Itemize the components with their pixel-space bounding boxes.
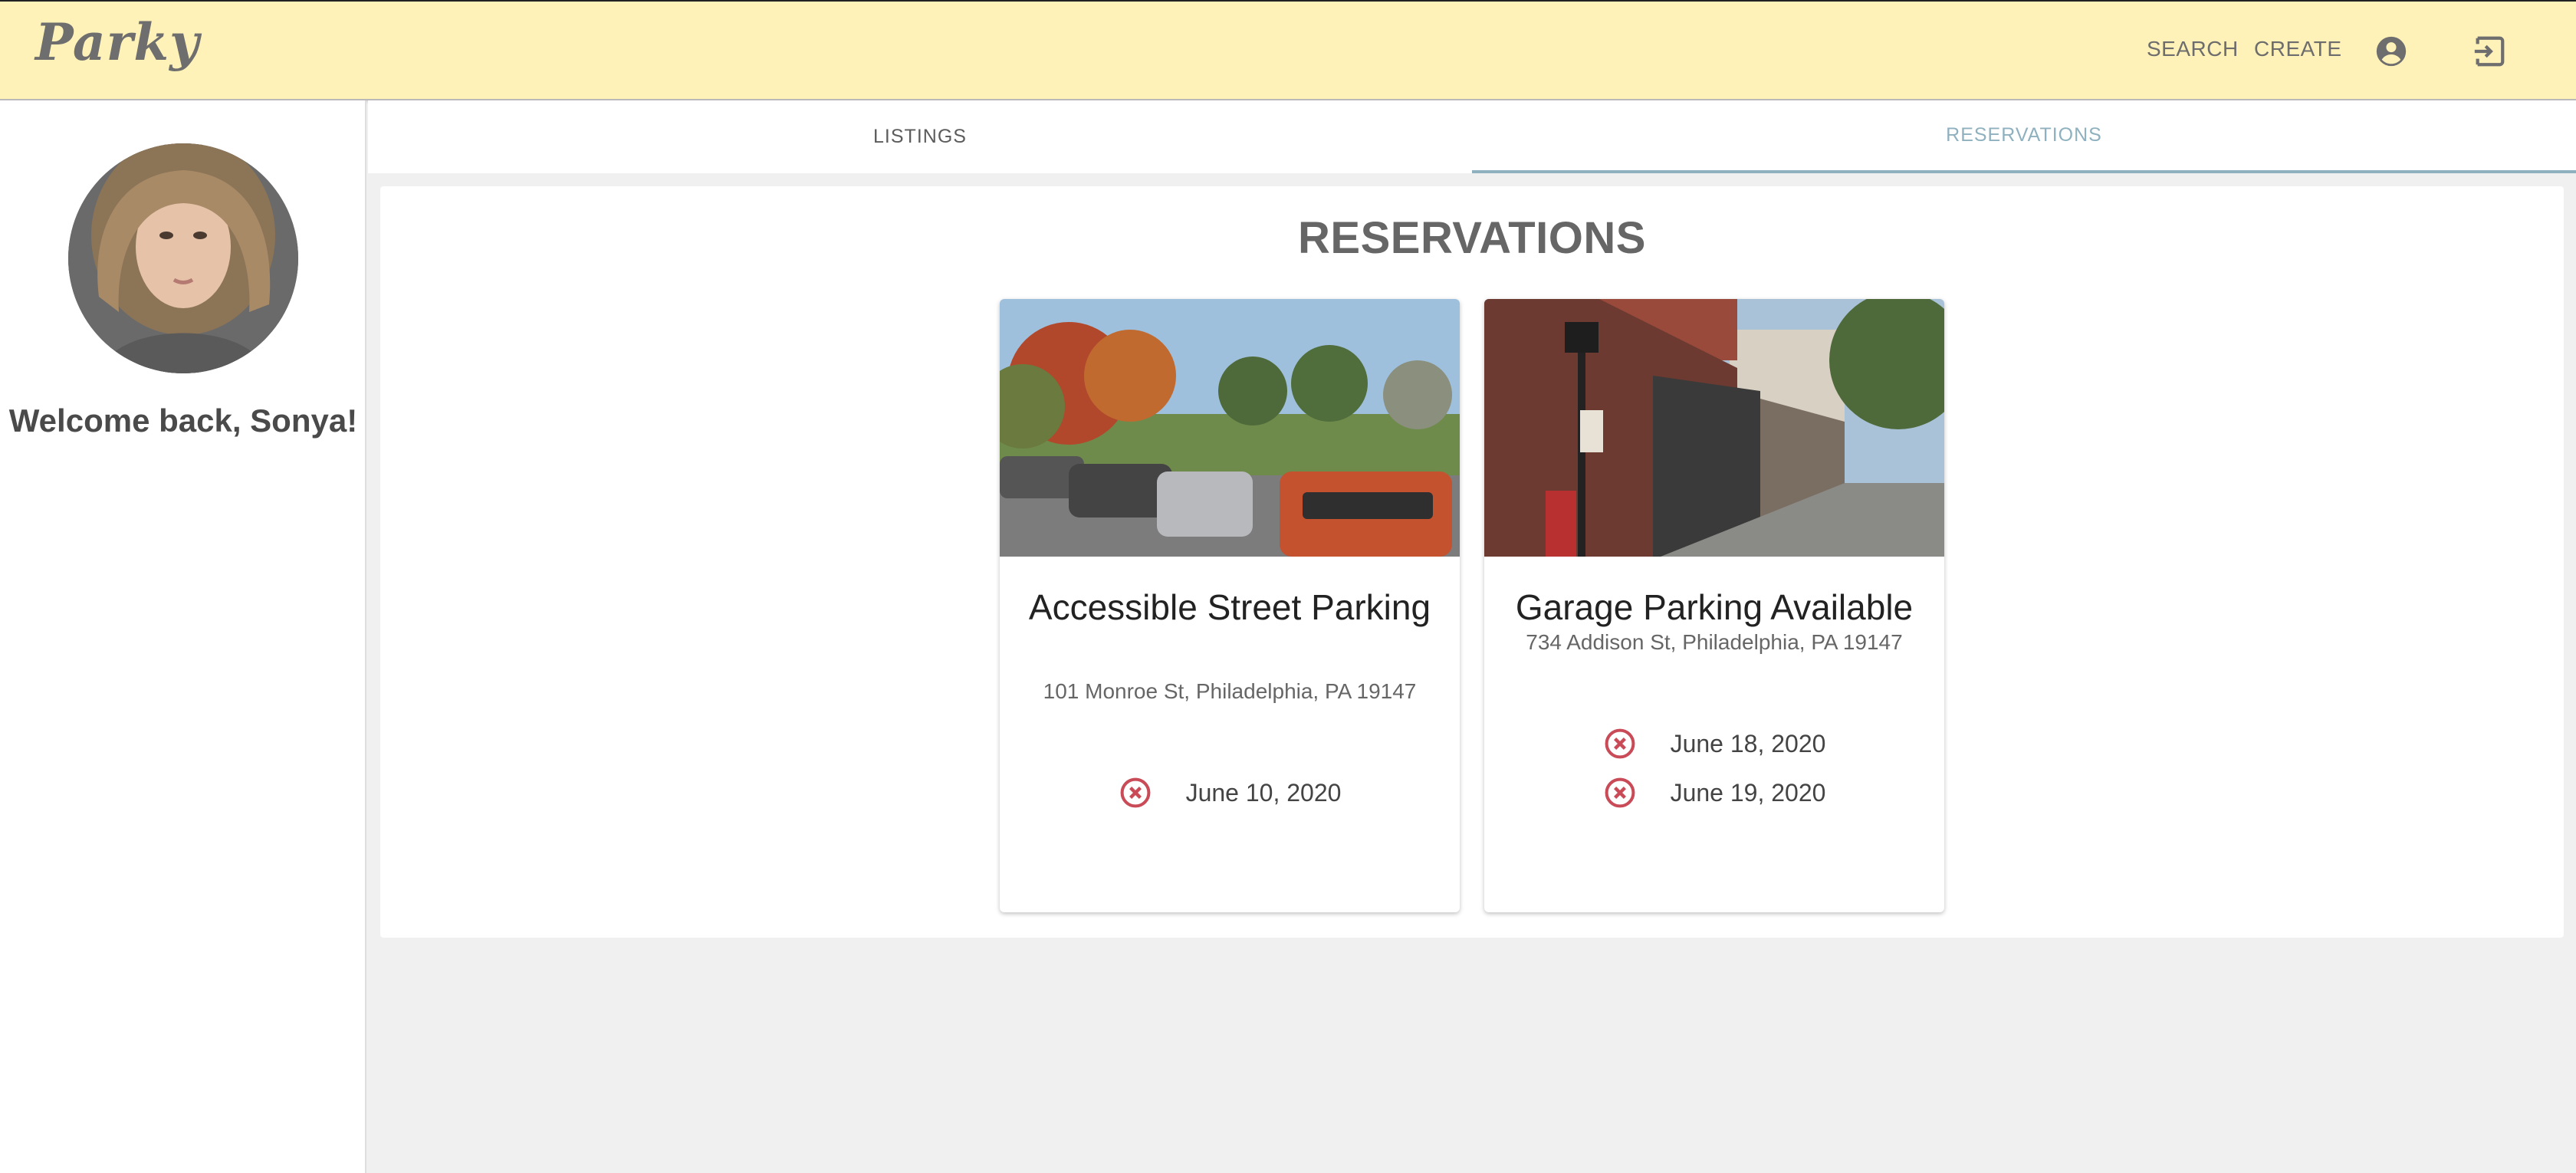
cancel-reservation-icon[interactable] (1119, 776, 1152, 810)
profile-tabs: LISTINGS RESERVATIONS (368, 100, 2576, 173)
reservation-date: June 19, 2020 (1670, 778, 1826, 807)
listing-photo (1000, 299, 1460, 557)
logout-icon[interactable] (2472, 34, 2507, 69)
listing-address: 101 Monroe St, Philadelphia, PA 19147 (1043, 679, 1417, 703)
nav-create-link[interactable]: CREATE (2254, 37, 2342, 61)
reservation-dates: June 10, 2020 (1000, 768, 1460, 859)
app-logo[interactable]: Parky (35, 12, 199, 72)
user-avatar (68, 143, 298, 373)
page-title: RESERVATIONS (1298, 213, 1646, 263)
listing-photo (1484, 299, 1944, 557)
listing-title: Accessible Street Parking (1028, 587, 1431, 627)
reservation-dates: June 18, 2020 June 19, 2020 (1484, 719, 1944, 810)
reservation-date: June 18, 2020 (1670, 729, 1826, 757)
cancel-reservation-icon[interactable] (1603, 727, 1637, 761)
listing-title: Garage Parking Available (1515, 587, 1914, 627)
reservation-date-row: June 18, 2020 (1484, 719, 1944, 768)
listing-address: 734 Addison St, Philadelphia, PA 19147 (1526, 630, 1903, 654)
reservation-date-row: June 19, 2020 (1484, 768, 1944, 810)
reservation-card[interactable]: Accessible Street Parking 101 Monroe St,… (1000, 299, 1460, 912)
reservation-date: June 10, 2020 (1185, 778, 1342, 807)
cancel-reservation-icon[interactable] (1603, 776, 1637, 810)
tab-listings[interactable]: LISTINGS (368, 100, 1472, 173)
tab-reservations[interactable]: RESERVATIONS (1472, 100, 2576, 173)
profile-sidebar: Welcome back, Sonya! (0, 100, 366, 1173)
reservation-date-row: June 10, 2020 (1000, 768, 1460, 817)
app-header: Parky SEARCH CREATE (0, 0, 2576, 100)
welcome-message: Welcome back, Sonya! (8, 402, 358, 439)
reservation-card[interactable]: Garage Parking Available 734 Addison St,… (1484, 299, 1944, 912)
reservations-panel: RESERVATIONS Accessible Street Parking 1… (380, 186, 2564, 938)
nav-search-link[interactable]: SEARCH (2147, 37, 2239, 61)
account-circle-icon[interactable] (2374, 34, 2409, 69)
